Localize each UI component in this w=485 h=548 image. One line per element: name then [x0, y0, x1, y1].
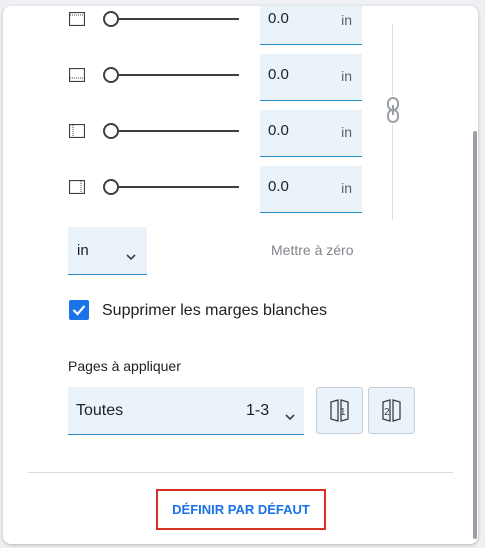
- footer-divider: [28, 472, 453, 473]
- svg-text:2: 2: [384, 407, 390, 418]
- margin-row-bottom: 0.0 in: [3, 54, 478, 102]
- checkmark-icon: [72, 305, 86, 316]
- margin-bottom-slider-track[interactable]: [109, 74, 239, 76]
- odd-pages-icon: 1: [330, 399, 349, 422]
- margins-panel: 0.0 in 0.0 in 0.0 in 0.0 in in Mettre à …: [3, 6, 478, 544]
- margin-left-slider-thumb[interactable]: [103, 123, 119, 139]
- margin-right-unit: in: [341, 180, 352, 196]
- margin-left-slider-track[interactable]: [109, 130, 239, 132]
- margin-bottom-input[interactable]: 0.0 in: [260, 54, 362, 101]
- pages-range: 1-3: [246, 402, 270, 419]
- set-default-button[interactable]: DÉFINIR PAR DÉFAUT: [156, 489, 326, 530]
- margin-left-icon: [68, 123, 86, 139]
- link-icon[interactable]: [385, 96, 401, 124]
- odd-pages-button[interactable]: 1: [316, 387, 363, 434]
- whitespace-checkbox-label[interactable]: Supprimer les marges blanches: [102, 302, 327, 320]
- margin-left-input[interactable]: 0.0 in: [260, 110, 362, 157]
- margin-left-unit: in: [341, 124, 352, 140]
- margin-row-top: 0.0 in: [3, 6, 478, 46]
- margin-bottom-icon: [68, 67, 86, 83]
- reset-button[interactable]: Mettre à zéro: [271, 242, 353, 258]
- pages-select[interactable]: Toutes 1-3: [68, 387, 304, 435]
- unit-select[interactable]: in: [68, 227, 147, 275]
- margin-top-unit: in: [341, 12, 352, 28]
- margin-bottom-unit: in: [341, 68, 352, 84]
- margin-left-value: 0.0: [268, 122, 289, 139]
- svg-text:1: 1: [340, 407, 346, 418]
- margin-right-icon: [68, 179, 86, 195]
- margin-right-slider-track[interactable]: [109, 186, 239, 188]
- margin-right-slider-thumb[interactable]: [103, 179, 119, 195]
- even-pages-icon: 2: [382, 399, 401, 422]
- margin-bottom-slider-thumb[interactable]: [103, 67, 119, 83]
- margin-right-input[interactable]: 0.0 in: [260, 166, 362, 213]
- pages-section-title: Pages à appliquer: [68, 358, 181, 374]
- margin-row-left: 0.0 in: [3, 110, 478, 158]
- margin-top-icon: [68, 11, 86, 27]
- margin-top-slider-thumb[interactable]: [103, 11, 119, 27]
- chevron-down-icon: [285, 407, 295, 421]
- margin-right-value: 0.0: [268, 178, 289, 195]
- pages-select-value: Toutes: [76, 402, 124, 419]
- margin-top-slider-track[interactable]: [109, 18, 239, 20]
- whitespace-checkbox[interactable]: [69, 300, 89, 320]
- margin-bottom-value: 0.0: [268, 66, 289, 83]
- margin-row-right: 0.0 in: [3, 166, 478, 214]
- margin-top-value: 0.0: [268, 10, 289, 27]
- chevron-down-icon: [126, 247, 136, 261]
- scrollbar[interactable]: [473, 131, 477, 539]
- unit-select-value: in: [77, 242, 89, 259]
- margin-top-input[interactable]: 0.0 in: [260, 6, 362, 45]
- even-pages-button[interactable]: 2: [368, 387, 415, 434]
